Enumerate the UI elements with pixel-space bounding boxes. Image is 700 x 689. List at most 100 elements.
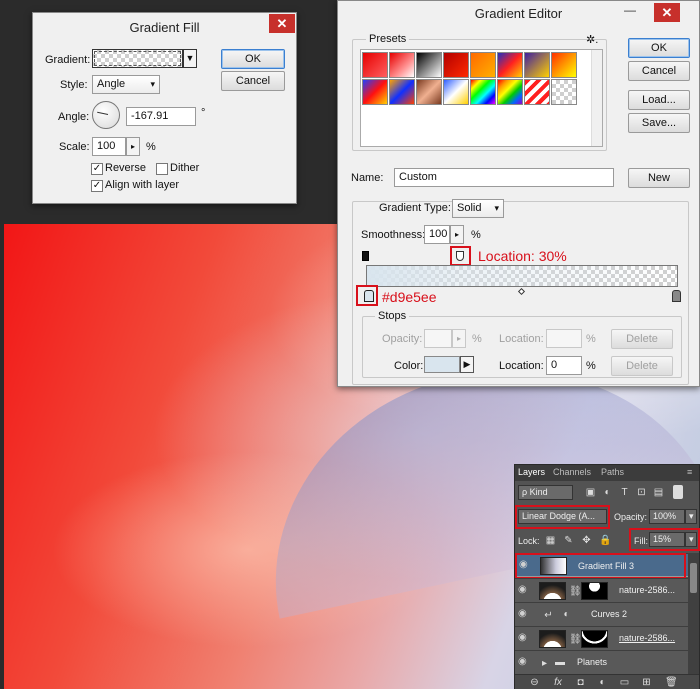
reverse-checkbox[interactable]: ✓ bbox=[91, 163, 103, 175]
mask-icon[interactable]: ◘ bbox=[575, 677, 586, 688]
tab-channels[interactable]: Channels bbox=[553, 467, 591, 477]
minimize-icon[interactable]: — bbox=[623, 4, 637, 17]
gradient-preview[interactable] bbox=[92, 49, 183, 68]
layer-row-curves[interactable]: ◉ ↵ ◐ Curves 2 bbox=[515, 602, 699, 626]
lock-position-icon[interactable]: ✥ bbox=[581, 535, 592, 546]
lock-pixels-icon[interactable]: ✎ bbox=[563, 535, 574, 546]
adjustment-icon[interactable]: ◐ bbox=[597, 677, 608, 688]
trash-icon[interactable]: 🗑 bbox=[665, 677, 678, 688]
gradient-dropdown-button[interactable]: ▼ bbox=[183, 49, 197, 68]
expand-arrow-icon[interactable]: ▸ bbox=[539, 658, 550, 669]
presets-scrollbar[interactable] bbox=[591, 50, 602, 146]
layers-tabs: Layers Channels Paths ≡ bbox=[515, 465, 699, 481]
eye-icon[interactable]: ◉ bbox=[518, 585, 532, 595]
chevron-down-icon: ▼ bbox=[185, 53, 195, 63]
blend-mode-annotation-box bbox=[515, 505, 610, 529]
gradient-fill-titlebar[interactable]: Gradient Fill ✕ bbox=[33, 13, 296, 41]
preset-swatch[interactable] bbox=[362, 52, 388, 78]
dither-checkbox[interactable] bbox=[156, 163, 168, 175]
preset-swatch[interactable] bbox=[389, 79, 415, 105]
image-filter-icon[interactable]: ▣ bbox=[585, 487, 596, 498]
delete-color-button[interactable]: Delete bbox=[611, 356, 673, 376]
tab-paths[interactable]: Paths bbox=[601, 467, 624, 477]
gradient-bar[interactable] bbox=[366, 265, 678, 287]
opacity-spinner[interactable]: ▸ bbox=[452, 329, 466, 348]
style-select[interactable]: Angle ▾ bbox=[92, 75, 160, 94]
preset-swatch[interactable] bbox=[470, 52, 496, 78]
angle-dial[interactable] bbox=[92, 101, 120, 129]
adjustment-filter-icon[interactable]: ◐ bbox=[602, 487, 613, 498]
layer-name: Curves 2 bbox=[591, 609, 628, 619]
name-input[interactable]: Custom bbox=[394, 168, 614, 187]
kind-filter-select[interactable]: ρ Kind bbox=[518, 485, 573, 500]
save-button[interactable]: Save... bbox=[628, 113, 690, 133]
preset-swatch[interactable] bbox=[416, 79, 442, 105]
align-with-layer-checkbox[interactable]: ✓ bbox=[91, 180, 103, 192]
preset-swatch[interactable] bbox=[524, 52, 550, 78]
gradient-type-select[interactable]: Solid ▾ bbox=[452, 199, 504, 218]
color-location-input[interactable]: 0 bbox=[546, 356, 582, 375]
angle-input[interactable]: -167.91 bbox=[126, 107, 196, 126]
layer-name: nature-2586... bbox=[619, 585, 676, 595]
filter-toggle-icon[interactable] bbox=[673, 485, 683, 499]
preset-swatch[interactable] bbox=[497, 79, 523, 105]
cancel-button[interactable]: Cancel bbox=[221, 71, 285, 91]
opacity-stop-left[interactable] bbox=[362, 251, 369, 261]
delete-opacity-button[interactable]: Delete bbox=[611, 329, 673, 349]
scale-input[interactable]: 100 bbox=[92, 137, 126, 156]
opacity-label: Opacity: bbox=[614, 512, 648, 522]
link-icon[interactable]: ⊖ bbox=[529, 677, 540, 688]
preset-swatch[interactable] bbox=[470, 79, 496, 105]
preset-swatch[interactable] bbox=[443, 79, 469, 105]
layer-row-nature-2[interactable]: ◉ ⛓ nature-2586... bbox=[515, 626, 699, 650]
gear-icon[interactable]: ✲. bbox=[586, 33, 598, 46]
chain-link-icon: ⛓ bbox=[569, 634, 582, 645]
preset-swatch[interactable] bbox=[443, 52, 469, 78]
tab-layers[interactable]: Layers bbox=[518, 467, 545, 477]
lock-transparency-icon[interactable]: ▦ bbox=[545, 535, 556, 546]
smoothness-spinner[interactable]: ▸ bbox=[450, 225, 464, 244]
scale-spinner[interactable]: ▸ bbox=[126, 137, 140, 156]
close-icon[interactable]: ✕ bbox=[269, 14, 295, 33]
eye-icon[interactable]: ◉ bbox=[518, 609, 532, 619]
panel-menu-icon[interactable]: ≡ bbox=[687, 467, 692, 477]
layer-row-planets[interactable]: ◉ ▸ ▬ Planets bbox=[515, 650, 699, 674]
folder-icon[interactable]: ▭ bbox=[619, 677, 630, 688]
preset-swatch[interactable] bbox=[497, 52, 523, 78]
chevron-down-icon: ▾ bbox=[150, 79, 155, 89]
layer-row-nature-1[interactable]: ◉ ⛓ nature-2586... bbox=[515, 578, 699, 602]
gradient-editor-titlebar[interactable]: Gradient Editor — ✕ bbox=[338, 1, 699, 27]
preset-swatch[interactable] bbox=[524, 79, 550, 105]
eye-icon[interactable]: ◉ bbox=[518, 633, 532, 643]
opacity-input[interactable] bbox=[424, 329, 452, 348]
smart-object-filter-icon[interactable]: ▤ bbox=[653, 487, 664, 498]
layers-scrollbar[interactable] bbox=[688, 553, 699, 674]
layers-footer: ⊖ fx ◘ ◐ ▭ ⊞ 🗑 bbox=[515, 674, 699, 689]
close-icon[interactable]: ✕ bbox=[654, 3, 680, 22]
ok-button[interactable]: OK bbox=[221, 49, 285, 69]
preset-swatch[interactable] bbox=[551, 52, 577, 78]
eye-icon[interactable]: ◉ bbox=[518, 657, 532, 667]
preset-swatch[interactable] bbox=[362, 79, 388, 105]
opacity-location-input[interactable] bbox=[546, 329, 582, 348]
type-filter-icon[interactable]: T bbox=[619, 487, 630, 498]
color-swatch[interactable] bbox=[424, 356, 460, 373]
lock-all-icon[interactable]: 🔒 bbox=[599, 535, 611, 546]
preset-swatch[interactable] bbox=[416, 52, 442, 78]
color-stop-right[interactable] bbox=[672, 290, 681, 302]
shape-filter-icon[interactable]: ⊡ bbox=[636, 487, 647, 498]
preset-swatch[interactable] bbox=[389, 52, 415, 78]
gradient-fill-dialog: Gradient Fill ✕ Gradient: ▼ OK Cancel St… bbox=[32, 12, 297, 204]
opacity-dropdown[interactable]: ▾ bbox=[685, 509, 697, 524]
ok-button[interactable]: OK bbox=[628, 38, 690, 58]
smoothness-input[interactable]: 100 bbox=[424, 225, 450, 244]
layers-scroll-thumb[interactable] bbox=[690, 563, 697, 593]
opacity-field[interactable]: 100% bbox=[649, 509, 685, 524]
fx-icon[interactable]: fx bbox=[551, 677, 565, 688]
load-button[interactable]: Load... bbox=[628, 90, 690, 110]
preset-swatch[interactable] bbox=[551, 79, 577, 105]
color-menu-button[interactable]: ▶ bbox=[460, 356, 474, 373]
new-layer-icon[interactable]: ⊞ bbox=[641, 677, 652, 688]
new-button[interactable]: New bbox=[628, 168, 690, 188]
cancel-button[interactable]: Cancel bbox=[628, 61, 690, 81]
